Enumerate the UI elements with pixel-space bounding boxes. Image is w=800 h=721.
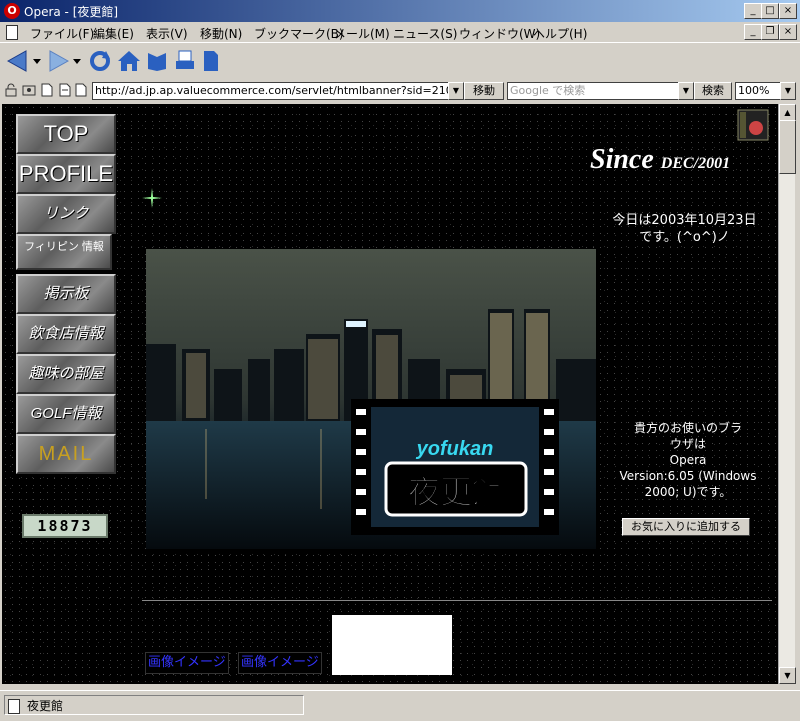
nav-philippines-button[interactable]: フィリピン 情報: [16, 234, 112, 270]
menu-file[interactable]: ファイル(F): [30, 25, 94, 42]
title-bar: O Opera - [夜更館] _ □ ×: [0, 0, 800, 22]
menu-news[interactable]: ニュース(S): [393, 25, 457, 42]
nav-top-button[interactable]: TOP: [16, 114, 116, 154]
horizontal-divider: [142, 600, 772, 601]
zoom-field[interactable]: 100%: [735, 82, 783, 100]
menu-navigation[interactable]: 移動(N): [200, 25, 242, 42]
nav-link-button[interactable]: リンク: [16, 194, 116, 234]
today-date-text: 今日は2003年10月23日 です。(^o^)ノ: [602, 212, 767, 246]
status-page-icon: [8, 699, 20, 714]
menu-bookmarks[interactable]: ブックマーク(B): [254, 25, 344, 42]
zoom-page-icon[interactable]: [74, 83, 88, 97]
doc-restore-button[interactable]: ❐: [761, 24, 779, 40]
scroll-down-icon[interactable]: ▼: [779, 667, 796, 684]
browser-info-line-2: ウザは: [669, 437, 706, 451]
cookie-icon[interactable]: [22, 83, 36, 97]
page-content: TOP PROFILE リンク フィリピン 情報 掲示板 飲食店情報 趣味の部屋…: [2, 104, 778, 684]
document-icon: [6, 25, 18, 40]
menu-view[interactable]: 表示(V): [146, 25, 188, 42]
zoom-dropdown-icon[interactable]: ▼: [780, 82, 796, 100]
yofukan-logo-icon: yofukan 夜更館: [351, 399, 559, 535]
browser-info-line-3: Opera: [669, 453, 707, 467]
go-button[interactable]: 移動: [464, 82, 504, 100]
minimize-button[interactable]: _: [744, 3, 762, 19]
today-line-1: 今日は2003年10月23日: [612, 213, 757, 228]
menu-bar: ファイル(F) 編集(E) 表示(V) 移動(N) ブックマーク(B) メール(…: [0, 22, 800, 42]
scroll-thumb[interactable]: [779, 120, 796, 174]
menu-window[interactable]: ウィンドウ(W): [459, 25, 540, 42]
forward-history-dropdown-icon[interactable]: [72, 49, 82, 73]
hotlist-icon[interactable]: [146, 49, 168, 73]
menu-mail[interactable]: メール(M): [334, 25, 390, 42]
home-icon[interactable]: [116, 49, 142, 73]
today-line-2: です。(^o^)ノ: [639, 230, 730, 245]
menu-edit[interactable]: 編集(E): [93, 25, 134, 42]
logo-kanji: 夜更館: [407, 473, 504, 511]
status-bar: 夜更館: [0, 690, 800, 721]
nav-hobby-button[interactable]: 趣味の部屋: [16, 354, 116, 394]
scroll-up-icon[interactable]: ▲: [779, 104, 796, 121]
banner-ad-placeholder[interactable]: [332, 615, 452, 675]
nav-bbs-button[interactable]: 掲示板: [16, 274, 116, 314]
nav-mail-button[interactable]: MAIL: [16, 434, 116, 474]
vertical-scrollbar[interactable]: ▲ ▼: [778, 104, 796, 684]
status-text: 夜更館: [4, 695, 304, 715]
music-player-icon[interactable]: [736, 108, 770, 142]
back-arrow-icon[interactable]: [6, 49, 28, 73]
since-label: Since: [590, 144, 654, 175]
doc-minimize-button[interactable]: _: [744, 24, 762, 40]
browser-info-line-4: Version:6.05 (Windows: [619, 469, 757, 483]
document-info-icon[interactable]: [58, 83, 72, 97]
toolbar: [0, 42, 800, 82]
night-city-photo: yofukan 夜更館: [146, 249, 596, 549]
address-dropdown-icon[interactable]: ▼: [448, 82, 464, 100]
visitor-counter: 18873: [22, 514, 108, 538]
reload-icon[interactable]: [88, 49, 112, 73]
search-engine-dropdown-icon[interactable]: ▼: [678, 82, 694, 100]
browser-info-line-5: 2000; U)です。: [644, 485, 732, 499]
window-title: Opera - [夜更館]: [24, 5, 119, 19]
nav-profile-button[interactable]: PROFILE: [16, 154, 116, 194]
forward-arrow-icon[interactable]: [48, 49, 70, 73]
sparkle-star-icon: [142, 188, 162, 208]
logo-romaji: yofukan: [416, 438, 494, 460]
address-input[interactable]: http://ad.jp.ap.valuecommerce.com/servle…: [92, 82, 450, 100]
nav-golf-button[interactable]: GOLF情報: [16, 394, 116, 434]
menu-help[interactable]: ヘルプ(H): [533, 25, 587, 42]
since-heading: Since DEC/2001: [590, 144, 730, 176]
close-button[interactable]: ×: [779, 3, 797, 19]
browser-info-line-1: 貴方のお使いのブラ: [633, 421, 742, 435]
browser-info-text: 貴方のお使いのブラ ウザは Opera Version:6.05 (Window…: [608, 420, 768, 500]
since-date: DEC/2001: [660, 155, 731, 172]
search-button[interactable]: 検索: [694, 82, 732, 100]
image-link-1[interactable]: 画像イメージ: [145, 652, 229, 674]
print-icon[interactable]: [174, 49, 196, 73]
add-to-favorites-button[interactable]: お気に入りに追加する: [622, 518, 750, 536]
lock-icon[interactable]: [4, 83, 18, 97]
opera-logo-icon: O: [4, 3, 20, 19]
maximize-button[interactable]: □: [761, 3, 779, 19]
back-history-dropdown-icon[interactable]: [32, 49, 42, 73]
doc-close-button[interactable]: ×: [779, 24, 797, 40]
nav-restaurant-button[interactable]: 飲食店情報: [16, 314, 116, 354]
address-bar: http://ad.jp.ap.valuecommerce.com/servle…: [0, 80, 800, 102]
search-input[interactable]: Google で検索: [507, 82, 681, 100]
new-page-icon[interactable]: [202, 49, 220, 73]
image-link-2[interactable]: 画像イメージ: [238, 652, 322, 674]
page-icon[interactable]: [40, 83, 54, 97]
